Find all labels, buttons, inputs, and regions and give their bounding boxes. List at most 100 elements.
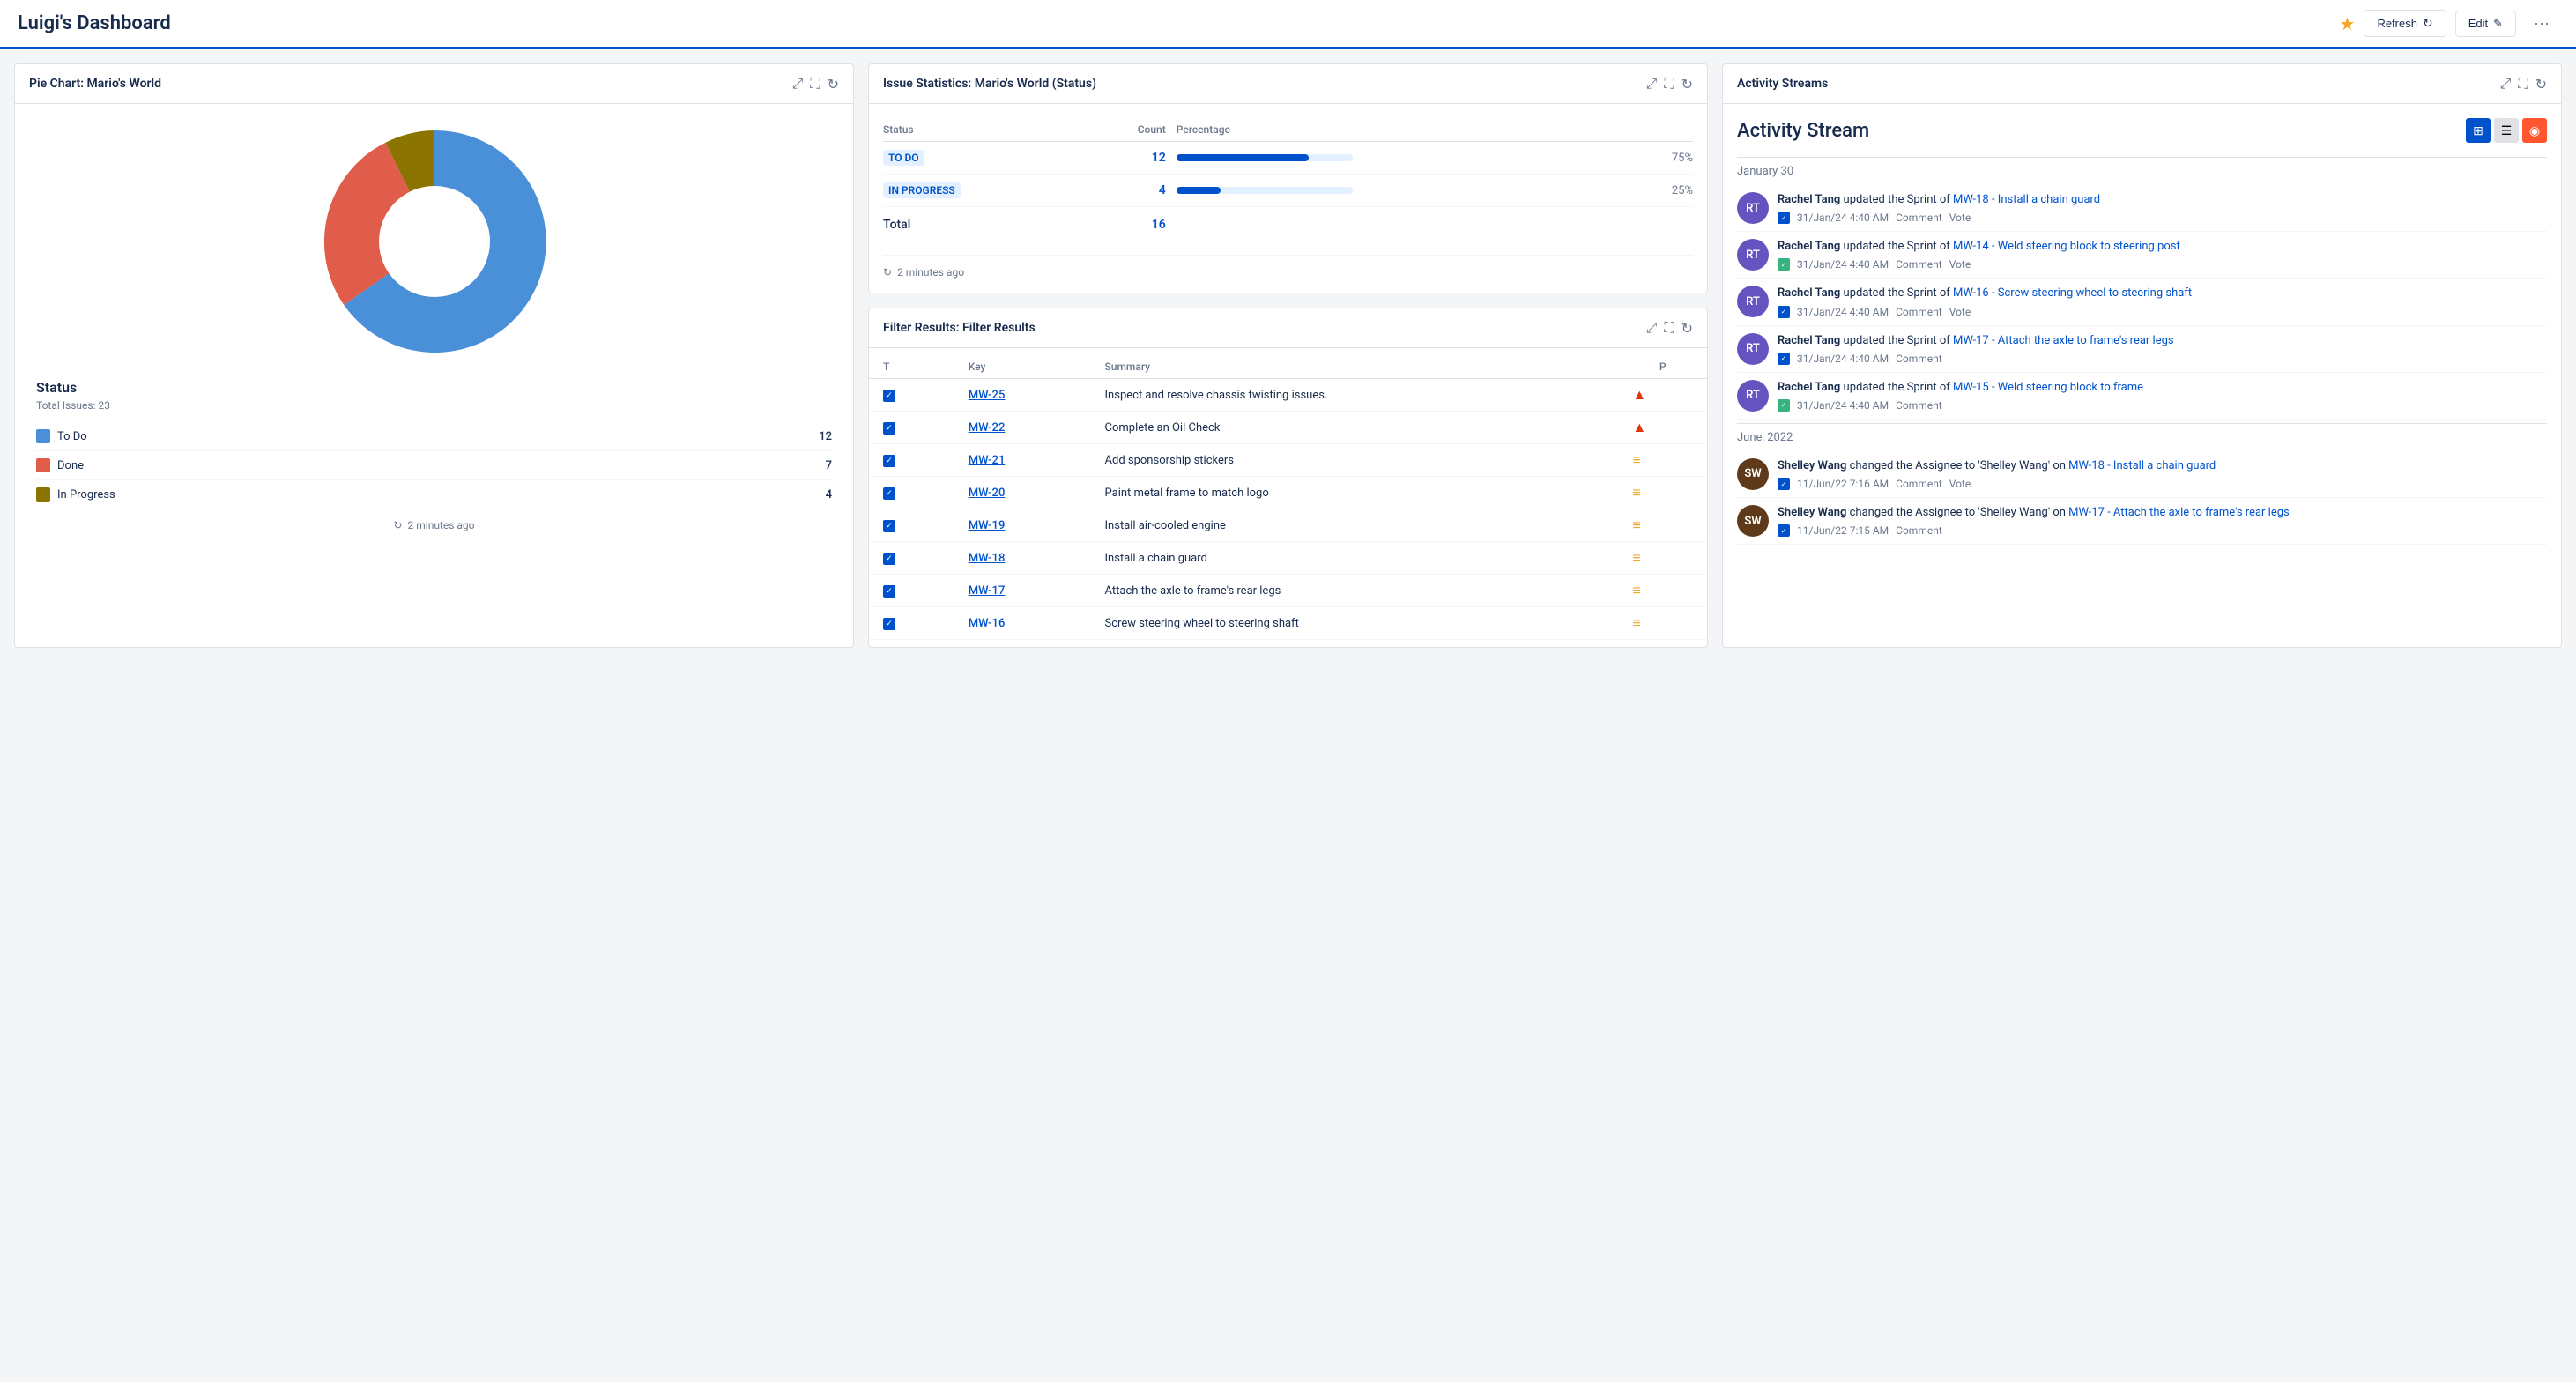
filter-key-cell[interactable]: MW-20	[954, 477, 1091, 509]
activity-action-link[interactable]: Comment	[1896, 399, 1942, 412]
issue-key-link[interactable]: MW-18	[969, 552, 1006, 565]
filter-priority-cell: ≡	[1618, 607, 1707, 640]
filter-collapse-icon[interactable]: ⤢	[1646, 319, 1658, 337]
activity-panel-icons: ⤢ ⛶ ↻	[2500, 75, 2547, 93]
stats-total-count: 16	[1079, 207, 1177, 241]
filter-type-cell: ✓	[869, 575, 954, 607]
task-type-icon: ✓	[883, 422, 895, 435]
stats-refresh-icon[interactable]: ↻	[1681, 76, 1693, 93]
activity-expand-icon[interactable]: ⛶	[2518, 75, 2528, 93]
activity-issue-link[interactable]: MW-18 - Install a chain guard	[2068, 459, 2216, 472]
activity-item: SW Shelley Wang changed the Assignee to …	[1737, 451, 2547, 498]
activity-body: Rachel Tang updated the Sprint of MW-15 …	[1778, 380, 2547, 412]
issue-key-link[interactable]: MW-25	[969, 389, 1006, 402]
activity-user: Shelley Wang	[1778, 506, 1846, 519]
activity-feed-btn[interactable]: ◉	[2522, 118, 2547, 143]
expand-icon[interactable]: ⛶	[810, 75, 820, 93]
stats-footer: ↻ 2 minutes ago	[883, 255, 1693, 279]
stats-expand-icon[interactable]: ⛶	[1664, 75, 1674, 93]
col-type: T	[869, 355, 954, 379]
task-type-icon: ✓	[883, 455, 895, 467]
filter-refresh-icon[interactable]: ↻	[1681, 320, 1693, 337]
filter-key-cell[interactable]: MW-19	[954, 509, 1091, 542]
stats-collapse-icon[interactable]: ⤢	[1646, 75, 1658, 93]
filter-key-cell[interactable]: MW-21	[954, 444, 1091, 477]
activity-issue-link[interactable]: MW-16 - Screw steering wheel to steering…	[1953, 286, 2192, 300]
star-icon[interactable]: ★	[2340, 13, 2356, 34]
activity-issue-link[interactable]: MW-14 - Weld steering block to steering …	[1953, 240, 2180, 253]
activity-text: Rachel Tang updated the Sprint of MW-15 …	[1778, 380, 2547, 396]
activity-issue-link[interactable]: MW-17 - Attach the axle to frame's rear …	[1953, 334, 2174, 347]
activity-panel-title: Activity Streams	[1737, 77, 1828, 91]
priority-icon: ≡	[1632, 582, 1640, 598]
issue-key-link[interactable]: MW-20	[969, 487, 1006, 500]
avatar: SW	[1737, 505, 1769, 537]
activity-list-view-btn[interactable]: ☰	[2494, 118, 2519, 143]
collapse-icon[interactable]: ⤢	[792, 75, 804, 93]
activity-action-link[interactable]: Vote	[1949, 212, 1971, 224]
activity-body: Rachel Tang updated the Sprint of MW-17 …	[1778, 333, 2547, 365]
filter-type-cell: ✓	[869, 379, 954, 412]
refresh-button[interactable]: Refresh ↻	[2364, 10, 2446, 37]
activity-date-group: January 30	[1737, 157, 2547, 185]
activity-issue-link[interactable]: MW-18 - Install a chain guard	[1953, 193, 2100, 206]
activity-action-link[interactable]: Vote	[1949, 306, 1971, 318]
filter-type-cell: ✓	[869, 607, 954, 640]
issue-key-link[interactable]: MW-17	[969, 584, 1006, 598]
filter-key-cell[interactable]: MW-16	[954, 607, 1091, 640]
refresh-label: Refresh	[2377, 17, 2417, 30]
issue-key-link[interactable]: MW-22	[969, 421, 1006, 435]
activity-grid-view-btn[interactable]: ⊞	[2466, 118, 2491, 143]
filter-row: ✓ MW-21 Add sponsorship stickers ≡	[869, 444, 1707, 477]
activity-text: Rachel Tang updated the Sprint of MW-17 …	[1778, 333, 2547, 349]
status-todo-label: TO DO	[883, 150, 924, 166]
legend-color-inprogress	[36, 487, 50, 502]
issue-key-link[interactable]: MW-19	[969, 519, 1006, 532]
activity-action-link[interactable]: Vote	[1949, 478, 1971, 490]
activity-user: Rachel Tang	[1778, 334, 1840, 347]
issue-key-link[interactable]: MW-16	[969, 617, 1006, 630]
filter-key-cell[interactable]: MW-18	[954, 542, 1091, 575]
progress-bar-todo-fill	[1177, 154, 1309, 161]
filter-row: ✓ MW-17 Attach the axle to frame's rear …	[869, 575, 1707, 607]
col-status: Status	[883, 118, 1079, 142]
priority-icon: ≡	[1632, 516, 1640, 533]
activity-timestamp: 11/Jun/22 7:16 AM	[1797, 478, 1889, 490]
filter-priority-cell: ≡	[1618, 575, 1707, 607]
activity-issue-link[interactable]: MW-15 - Weld steering block to frame	[1953, 381, 2143, 394]
activity-action-link[interactable]: Comment	[1896, 306, 1942, 318]
filter-expand-icon[interactable]: ⛶	[1664, 319, 1674, 337]
issue-key-link[interactable]: MW-21	[969, 454, 1006, 467]
activity-action-link[interactable]: Comment	[1896, 258, 1942, 271]
activity-type-icon: ✓	[1778, 258, 1790, 271]
activity-action-link[interactable]: Comment	[1896, 524, 1942, 537]
activity-action-link[interactable]: Comment	[1896, 478, 1942, 490]
refresh-icon[interactable]: ↻	[828, 76, 839, 93]
filter-priority-cell: ≡	[1618, 509, 1707, 542]
legend-title: Status	[36, 379, 832, 396]
filter-row: ✓ MW-20 Paint metal frame to match logo …	[869, 477, 1707, 509]
activity-action-link[interactable]: Comment	[1896, 353, 1942, 365]
activity-item: RT Rachel Tang updated the Sprint of MW-…	[1737, 326, 2547, 373]
filter-key-cell[interactable]: MW-25	[954, 379, 1091, 412]
activity-collapse-icon[interactable]: ⤢	[2500, 75, 2512, 93]
stats-panel-header: Issue Statistics: Mario's World (Status)…	[869, 64, 1707, 104]
filter-key-cell[interactable]: MW-22	[954, 412, 1091, 444]
more-button[interactable]: ···	[2525, 9, 2558, 38]
activity-refresh-icon[interactable]: ↻	[2535, 76, 2547, 93]
activity-text: Shelley Wang changed the Assignee to 'Sh…	[1778, 458, 2547, 474]
legend-count-done: 7	[826, 459, 832, 472]
status-inprogress-label: IN PROGRESS	[883, 182, 961, 198]
activity-action-link[interactable]: Vote	[1949, 258, 1971, 271]
activity-content: Activity Stream ⊞ ☰ ◉ January 30 RT Rach…	[1723, 104, 2561, 559]
filter-key-cell[interactable]: MW-17	[954, 575, 1091, 607]
avatar: RT	[1737, 286, 1769, 317]
activity-type-icon: ✓	[1778, 399, 1790, 412]
activity-action-link[interactable]: Comment	[1896, 212, 1942, 224]
stats-refresh-cycle-icon: ↻	[883, 266, 892, 279]
activity-groups: January 30 RT Rachel Tang updated the Sp…	[1737, 157, 2547, 545]
activity-issue-link[interactable]: MW-17 - Attach the axle to frame's rear …	[2068, 506, 2290, 519]
activity-body: Shelley Wang changed the Assignee to 'Sh…	[1778, 458, 2547, 490]
edit-button[interactable]: Edit ✎	[2455, 11, 2516, 37]
legend-label-todo: To Do	[57, 430, 87, 443]
